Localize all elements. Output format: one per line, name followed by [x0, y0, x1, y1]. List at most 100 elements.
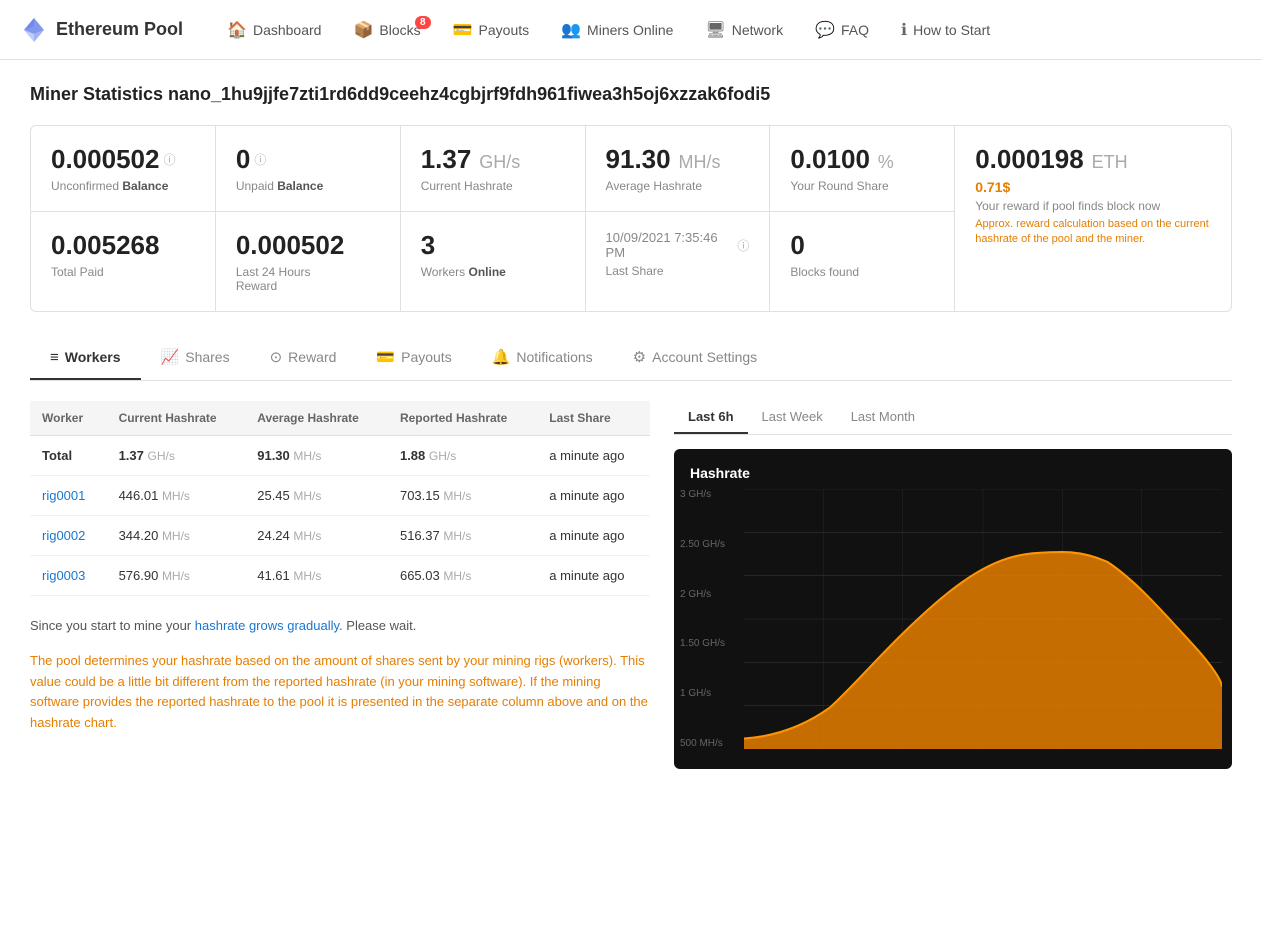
nav-label-miners-online: Miners Online — [587, 22, 673, 38]
tab-icon-workers: ≡ — [50, 349, 59, 366]
avg-hashrate-unit: MH/s — [679, 152, 721, 172]
worker-avg-2: 41.61 MH/s — [245, 556, 388, 596]
tab-icon-notifications: 🔔 — [492, 348, 511, 366]
last-share-info-icon[interactable]: ⓘ — [737, 237, 749, 254]
brand[interactable]: Ethereum Pool — [20, 16, 183, 44]
y-label-500mh: 500 MH/s — [680, 738, 725, 749]
tab-shares[interactable]: 📈Shares — [141, 336, 250, 380]
total-reported: 1.88 GH/s — [388, 436, 537, 476]
nav-label-faq: FAQ — [841, 22, 869, 38]
avg-hashrate-label: Average Hashrate — [606, 179, 750, 193]
blocks-found-label: Blocks found — [790, 265, 934, 279]
workers-value: 3 — [421, 230, 565, 261]
chart-svg — [744, 489, 1222, 749]
worker-name-2[interactable]: rig0003 — [30, 556, 107, 596]
hashrate-link[interactable]: hashrate grows gradually — [195, 618, 339, 633]
nav-icon-payouts: 💳 — [453, 20, 473, 40]
stat-unconfirmed: 0.000502 ⓘ Unconfirmed Balance — [31, 126, 215, 212]
reward-note: Approx. reward calculation based on the … — [975, 217, 1211, 248]
tab-label-account-settings: Account Settings — [652, 349, 757, 365]
stat-last24h: 0.000502 Last 24 HoursReward — [216, 212, 400, 311]
total-paid-label: Total Paid — [51, 265, 195, 279]
tab-notifications[interactable]: 🔔 Notifications — [472, 336, 613, 380]
round-share-unit: % — [878, 152, 894, 172]
worker-lastshare-2: a minute ago — [537, 556, 650, 596]
ethereum-logo — [20, 16, 48, 44]
nav-label-dashboard: Dashboard — [253, 22, 322, 38]
worker-reported-2: 665.03 MH/s — [388, 556, 537, 596]
nav-icon-faq: 💬 — [815, 20, 835, 40]
worker-reported-1: 516.37 MH/s — [388, 516, 537, 556]
nav-item-faq[interactable]: 💬 FAQ — [801, 12, 883, 48]
tab-account-settings[interactable]: ⚙ Account Settings — [613, 336, 778, 380]
tab-label-reward: Reward — [288, 349, 336, 365]
worker-current-1: 344.20 MH/s — [107, 516, 246, 556]
tab-label-notifications: Notifications — [516, 349, 592, 365]
stat-current-hashrate: 1.37 GH/s Current Hashrate — [401, 126, 585, 212]
reward-label: Your reward if pool finds block now — [975, 199, 1211, 213]
workers-label: Workers Online — [421, 265, 565, 279]
stats-grid: 0.000502 ⓘ Unconfirmed Balance 0.005268 … — [30, 125, 1232, 312]
right-panel: Last 6h Last Week Last Month Hashrate 3 … — [674, 401, 1232, 769]
stat-round-share: 0.0100 % Your Round Share — [770, 126, 954, 212]
avg-hashrate-value: 91.30 — [606, 144, 671, 174]
tab-icon-shares: 📈 — [161, 348, 180, 366]
hashrate-chart: Hashrate 3 GH/s 2.50 GH/s 2 GH/s 1.50 GH… — [674, 449, 1232, 769]
unconfirmed-label: Unconfirmed Balance — [51, 179, 195, 193]
tab-icon-account-settings: ⚙ — [633, 348, 646, 366]
chart-tab-last6h[interactable]: Last 6h — [674, 401, 748, 434]
nav-item-network[interactable]: 🖥Network — [691, 12, 797, 48]
chart-tab-lastmonth[interactable]: Last Month — [837, 401, 929, 434]
page-title: Miner Statistics nano_1hu9jjfe7zti1rd6dd… — [30, 84, 1232, 105]
nav-items: 🏠Dashboard📦Blocks8💳Payouts 👥 Miners Online… — [213, 12, 1242, 48]
worker-lastshare-1: a minute ago — [537, 516, 650, 556]
tab-icon-reward: ⊙ — [270, 348, 283, 366]
table-row-total: Total 1.37 GH/s 91.30 MH/s 1.88 GH/s a m… — [30, 436, 650, 476]
stat-col-round: 0.0100 % Your Round Share 0 Blocks found — [770, 126, 955, 311]
tab-reward[interactable]: ⊙ Reward — [250, 336, 357, 380]
nav-item-how-to-start[interactable]: ℹHow to Start — [887, 12, 1004, 48]
navbar: Ethereum Pool 🏠Dashboard📦Blocks8💳Payouts… — [0, 0, 1262, 60]
unpaid-label: Unpaid Balance — [236, 179, 380, 193]
nav-icon-miners-online: 👥 — [561, 20, 581, 40]
brand-name: Ethereum Pool — [56, 19, 183, 40]
worker-avg-0: 25.45 MH/s — [245, 476, 388, 516]
stat-unpaid: 0 ⓘ Unpaid Balance — [216, 126, 400, 212]
y-label-2gh: 2 GH/s — [680, 589, 725, 600]
chart-tab-lastweek[interactable]: Last Week — [748, 401, 837, 434]
blocks-found-value: 0 — [790, 230, 934, 261]
round-share-value: 0.0100 — [790, 144, 870, 174]
last-share-time: 10/09/2021 7:35:46 PM — [606, 230, 730, 260]
nav-item-miners-online[interactable]: 👥 Miners Online — [547, 12, 687, 48]
tab-workers[interactable]: ≡ Workers — [30, 337, 141, 380]
nav-item-blocks[interactable]: 📦Blocks8 — [339, 12, 434, 48]
unconfirmed-value: 0.000502 — [51, 144, 159, 175]
total-worker: Total — [30, 436, 107, 476]
nav-label-network: Network — [732, 22, 783, 38]
current-hashrate-unit: GH/s — [479, 152, 520, 172]
workers-table: Worker Current Hashrate Average Hashrate… — [30, 401, 650, 596]
nav-item-payouts[interactable]: 💳Payouts — [439, 12, 544, 48]
total-paid-value: 0.005268 — [51, 230, 195, 261]
nav-badge-blocks: 8 — [415, 16, 431, 29]
main-content: Miner Statistics nano_1hu9jjfe7zti1rd6dd… — [0, 60, 1262, 793]
last24h-label: Last 24 HoursReward — [236, 265, 380, 293]
tab-payouts[interactable]: 💳Payouts — [356, 336, 471, 380]
unpaid-info-icon[interactable]: ⓘ — [254, 151, 266, 168]
chart-drawing-area — [744, 489, 1222, 749]
tab-label-workers: Workers — [65, 349, 121, 365]
unconfirmed-info-icon[interactable]: ⓘ — [163, 151, 175, 168]
left-panel: Worker Current Hashrate Average Hashrate… — [30, 401, 650, 769]
worker-lastshare-0: a minute ago — [537, 476, 650, 516]
col-current-hashrate: Current Hashrate — [107, 401, 246, 436]
current-hashrate-label: Current Hashrate — [421, 179, 565, 193]
y-label-250mh: 2.50 GH/s — [680, 539, 725, 550]
worker-name-0[interactable]: rig0001 — [30, 476, 107, 516]
round-share-label: Your Round Share — [790, 179, 934, 193]
total-current: 1.37 GH/s — [107, 436, 246, 476]
table-row: rig0002 344.20 MH/s 24.24 MH/s 516.37 MH… — [30, 516, 650, 556]
col-reported-hashrate: Reported Hashrate — [388, 401, 537, 436]
worker-name-1[interactable]: rig0002 — [30, 516, 107, 556]
nav-item-dashboard[interactable]: 🏠Dashboard — [213, 12, 335, 48]
stat-col-unpaid: 0 ⓘ Unpaid Balance 0.000502 Last 24 Hour… — [216, 126, 401, 311]
